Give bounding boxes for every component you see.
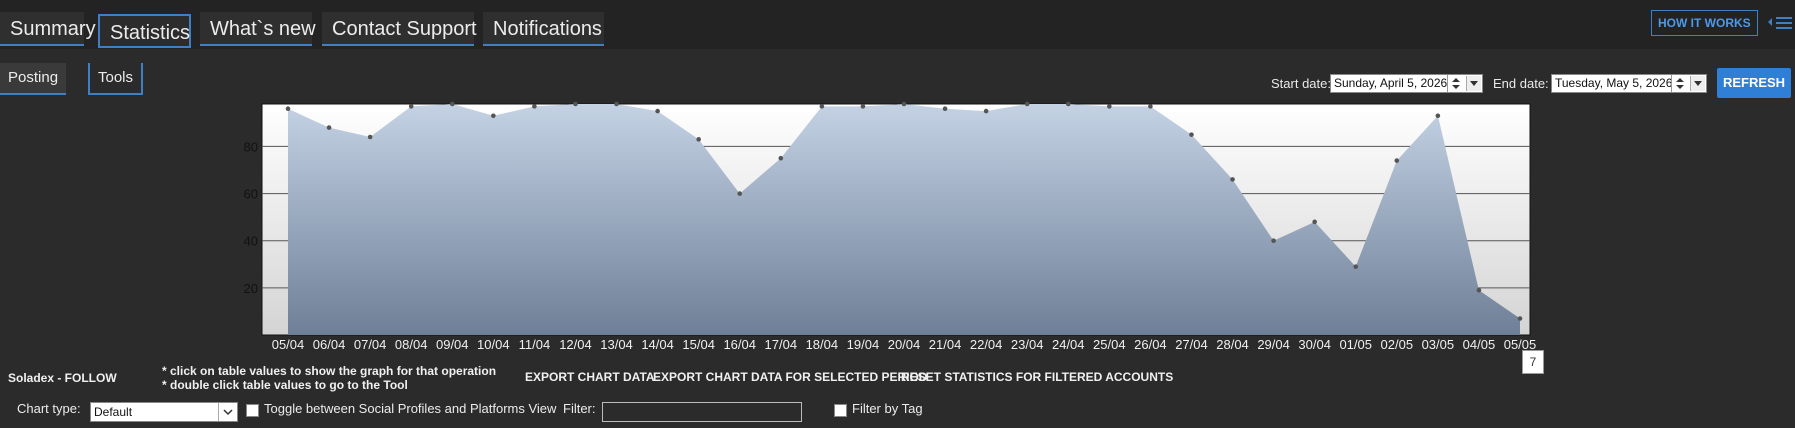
data-point — [1189, 132, 1194, 137]
x-tick-label: 29/04 — [1257, 337, 1290, 352]
x-tick-label: 12/04 — [559, 337, 592, 352]
hint-click: * click on table values to show the grap… — [162, 364, 497, 378]
chevron-down-icon — [218, 403, 237, 421]
export-chart-data-link[interactable]: EXPORT CHART DATA — [525, 370, 655, 384]
data-point — [1476, 287, 1482, 293]
data-point — [1353, 264, 1359, 269]
data-point — [860, 104, 866, 109]
data-point — [573, 101, 578, 107]
filter-by-tag-checkbox[interactable] — [834, 404, 847, 417]
x-tick-label: 17/04 — [765, 337, 798, 352]
data-point — [696, 137, 701, 142]
chart-tooltip: 7 — [1522, 350, 1544, 374]
x-tick-label: 11/04 — [519, 337, 551, 352]
filter-label: Filter: — [563, 401, 596, 416]
data-point — [1024, 101, 1030, 107]
data-point — [367, 134, 373, 140]
data-point — [326, 125, 332, 130]
x-tick-label: 27/04 — [1175, 337, 1208, 352]
chart-type-select[interactable]: Default — [90, 402, 238, 422]
data-point — [1065, 101, 1071, 107]
x-tick-label: 24/04 — [1052, 337, 1085, 352]
data-point — [819, 104, 825, 109]
filter-input[interactable] — [602, 402, 802, 422]
x-tick-label: 30/04 — [1298, 337, 1331, 352]
x-tick-label: 06/04 — [313, 337, 346, 352]
chart-type-value: Default — [94, 405, 133, 419]
x-tick-label: 16/04 — [723, 337, 756, 352]
data-point — [285, 106, 291, 112]
x-tick-label: 21/04 — [929, 337, 962, 352]
account-operation-title: Soladex - FOLLOW — [8, 371, 117, 385]
data-point — [737, 191, 743, 196]
x-tick-label: 19/04 — [847, 337, 880, 352]
data-point — [1312, 219, 1317, 225]
y-tick-label: 60 — [244, 187, 258, 202]
x-tick-label: 14/04 — [641, 337, 674, 352]
x-tick-label: 09/04 — [436, 337, 469, 352]
toggle-view-checkbox[interactable] — [246, 404, 259, 417]
x-tick-label: 26/04 — [1134, 337, 1167, 352]
x-tick-label: 10/04 — [477, 337, 510, 352]
data-point — [778, 155, 784, 161]
x-tick-label: 08/04 — [395, 337, 428, 352]
data-point — [983, 108, 989, 114]
data-point — [1107, 104, 1112, 109]
data-point — [532, 104, 537, 109]
data-point — [1517, 316, 1523, 321]
x-tick-label: 04/05 — [1463, 337, 1496, 352]
chart-type-label: Chart type: — [17, 401, 81, 416]
filter-by-tag-label: Filter by Tag — [852, 401, 923, 416]
x-tick-label: 15/04 — [682, 337, 715, 352]
x-tick-label: 23/04 — [1011, 337, 1044, 352]
data-point — [1271, 238, 1276, 244]
data-point — [614, 101, 619, 107]
x-tick-label: 01/05 — [1339, 337, 1372, 352]
hint-double-click: * double click table values to go to the… — [162, 378, 408, 392]
y-tick-label: 80 — [244, 139, 258, 154]
y-tick-label: 40 — [244, 234, 258, 249]
x-tick-label: 18/04 — [806, 337, 839, 352]
x-tick-label: 22/04 — [970, 337, 1003, 352]
data-point — [655, 108, 660, 114]
reset-statistics-link[interactable]: RESET STATISTICS FOR FILTERED ACCOUNTS — [901, 370, 1173, 384]
x-tick-label: 25/04 — [1093, 337, 1126, 352]
data-point — [1435, 113, 1441, 119]
x-tick-label: 28/04 — [1216, 337, 1249, 352]
data-point — [1148, 104, 1153, 109]
x-tick-label: 05/04 — [272, 337, 305, 352]
y-tick-label: 20 — [244, 281, 258, 296]
x-tick-label: 02/05 — [1381, 337, 1414, 352]
export-period-link[interactable]: EXPORT CHART DATA FOR SELECTED PERIOD — [653, 370, 927, 384]
x-tick-label: 13/04 — [600, 337, 633, 352]
data-point — [1394, 158, 1400, 163]
data-point — [942, 106, 948, 112]
data-point — [1230, 177, 1235, 182]
data-point — [408, 104, 414, 109]
toggle-view-label: Toggle between Social Profiles and Platf… — [264, 401, 557, 416]
data-point — [491, 113, 496, 119]
x-tick-label: 20/04 — [888, 337, 921, 352]
x-tick-label: 03/05 — [1422, 337, 1455, 352]
data-point — [449, 101, 455, 107]
x-tick-label: 07/04 — [354, 337, 387, 352]
data-point — [901, 101, 907, 107]
